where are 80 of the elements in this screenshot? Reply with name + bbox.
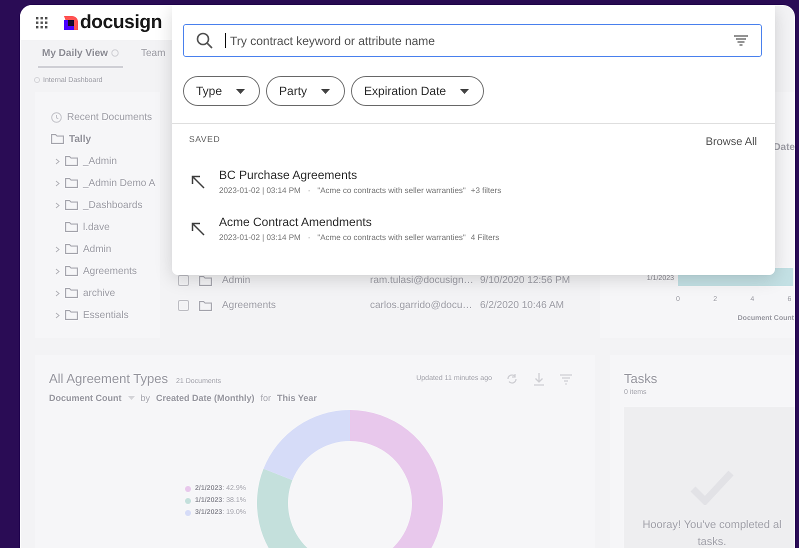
chevron-icon[interactable] bbox=[55, 158, 60, 164]
saved-search-item[interactable]: Acme Contract Amendments 2023-01-02 | 03:14 PM · "Acme co contracts with seller warranties" 4 Filters bbox=[172, 215, 775, 242]
saved-search-title: Acme Contract Amendments bbox=[219, 215, 373, 229]
chevron-icon[interactable] bbox=[55, 202, 60, 208]
search-icon bbox=[196, 32, 213, 49]
tree-item[interactable]: _Admin Demo A bbox=[83, 178, 156, 188]
chevron-icon[interactable] bbox=[55, 180, 60, 186]
connector-text: by bbox=[140, 393, 150, 403]
caret-icon bbox=[460, 88, 470, 94]
saved-search-title: BC Purchase Agreements bbox=[219, 168, 358, 182]
folder-icon bbox=[65, 266, 78, 276]
dashboard-tab[interactable]: Team bbox=[136, 40, 170, 68]
filter-icon[interactable] bbox=[734, 35, 748, 46]
chevron-icon[interactable] bbox=[55, 312, 60, 318]
separator-dot: · bbox=[308, 233, 310, 242]
card-title: Tasks bbox=[624, 371, 658, 386]
measure-dropdown[interactable]: Document Count bbox=[49, 393, 122, 403]
folder-icon bbox=[65, 288, 78, 298]
caret-icon bbox=[321, 88, 330, 94]
arrow-up-left-icon bbox=[191, 222, 205, 236]
browse-all-link[interactable]: Browse All bbox=[706, 136, 757, 148]
filter-count: +3 filters bbox=[470, 186, 502, 195]
download-icon[interactable] bbox=[532, 372, 546, 386]
folder-icon bbox=[65, 200, 78, 210]
folder-icon bbox=[65, 156, 78, 166]
arrow-up-left-icon bbox=[191, 174, 205, 188]
saved-query: "Acme co contracts with seller warranties" bbox=[317, 233, 466, 242]
saved-date: 2023-01-02 | 03:14 PM bbox=[219, 186, 301, 195]
filter-dropdown[interactable]: Expiration Date bbox=[351, 76, 484, 106]
app-grid-icon[interactable] bbox=[36, 16, 48, 28]
chevron-icon[interactable] bbox=[55, 290, 60, 296]
dashboard-icon bbox=[34, 77, 40, 83]
tree-item[interactable]: Recent Documents bbox=[67, 112, 152, 122]
folder-icon bbox=[199, 276, 212, 286]
tree-item[interactable]: archive bbox=[83, 288, 116, 298]
folder-icon bbox=[199, 300, 212, 310]
logo-text: docusign bbox=[80, 12, 162, 34]
connector-text: for bbox=[260, 393, 272, 403]
tree-item[interactable]: l.dave bbox=[83, 222, 110, 232]
row-checkbox[interactable] bbox=[178, 300, 189, 311]
tree-item[interactable]: Tally bbox=[69, 134, 92, 144]
saved-search-item[interactable]: BC Purchase Agreements 2023-01-02 | 03:14 PM · "Acme co contracts with seller warranties" +3 filters bbox=[172, 168, 775, 195]
search-bar[interactable]: Try contract keyword or attribute name bbox=[183, 24, 762, 57]
chevron-icon[interactable] bbox=[55, 268, 60, 274]
chevron-icon[interactable] bbox=[55, 246, 60, 252]
empty-message: tasks. bbox=[696, 535, 728, 548]
dimension-dropdown[interactable]: Created Date (Monthly) bbox=[156, 393, 255, 403]
tree-item[interactable]: _Admin bbox=[83, 156, 117, 166]
folder-icon bbox=[65, 310, 78, 320]
tree-item[interactable]: _Dashboards bbox=[83, 200, 142, 210]
filter-count: 4 Filters bbox=[470, 233, 500, 242]
folder-icon bbox=[65, 244, 78, 254]
table-cell-text: Admin bbox=[222, 275, 252, 286]
tree-item[interactable]: Essentials bbox=[83, 310, 129, 320]
folder-icon bbox=[65, 178, 78, 188]
caret-icon[interactable] bbox=[128, 396, 134, 400]
table-cell: 6/2/2020 10:46 AM bbox=[480, 300, 564, 311]
filter-dropdown[interactable]: Party bbox=[266, 76, 346, 106]
caret-icon bbox=[236, 88, 246, 94]
tree-item[interactable]: Admin bbox=[83, 244, 112, 254]
saved-date: 2023-01-02 | 03:14 PM bbox=[219, 233, 301, 242]
table-cell-text: Agreements bbox=[222, 300, 277, 311]
card-title: All Agreement Types bbox=[49, 371, 168, 386]
clock-icon bbox=[51, 112, 62, 122]
section-heading: SAVED bbox=[189, 134, 220, 146]
dashboard-tab[interactable]: My Daily View bbox=[38, 40, 123, 68]
table-cell: 9/10/2020 12:56 PM bbox=[480, 275, 570, 286]
filter-dropdown[interactable]: Type bbox=[183, 76, 260, 106]
folder-icon bbox=[65, 222, 78, 232]
table-cell-text: carlos.garrido@docu… bbox=[370, 300, 474, 311]
tree-item[interactable]: Agreements bbox=[83, 266, 137, 276]
info-icon bbox=[110, 49, 119, 57]
separator-dot: · bbox=[308, 186, 310, 195]
folder-icon bbox=[51, 134, 64, 144]
period-dropdown[interactable]: This Year bbox=[277, 393, 317, 403]
empty-message: Hooray! You've completed al bbox=[641, 518, 783, 533]
refresh-icon[interactable] bbox=[505, 372, 519, 386]
table-cell-text: ram.tulasi@docusign… bbox=[370, 275, 475, 286]
logo-mark-icon bbox=[64, 16, 78, 30]
saved-query: "Acme co contracts with seller warranties" bbox=[317, 186, 466, 195]
